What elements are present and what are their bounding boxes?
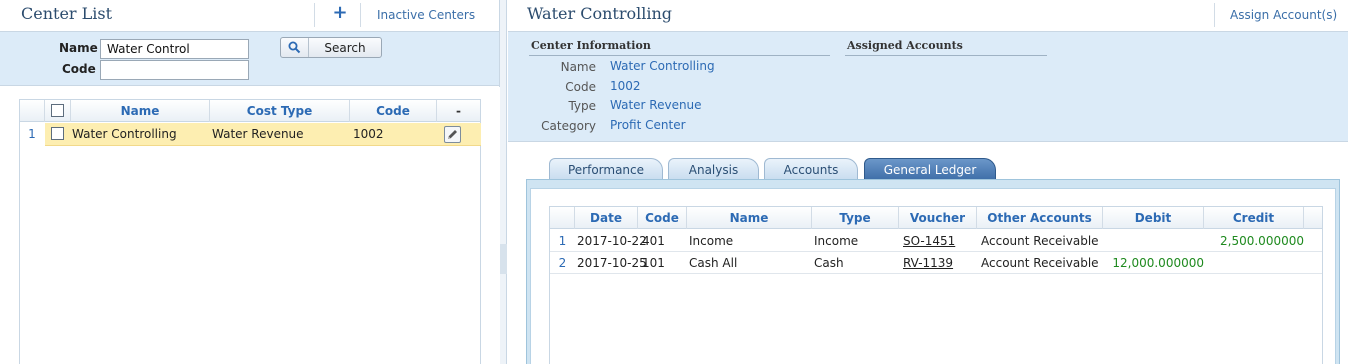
detail-header: Water Controlling Assign Account(s) [508, 0, 1348, 32]
select-all-cell [45, 100, 71, 122]
tabs-area: Performance Analysis Accounts General Le… [508, 143, 1348, 364]
center-detail-panel: Water Controlling Assign Account(s) Cent… [508, 0, 1348, 364]
row-type: Income [814, 234, 859, 248]
select-all-checkbox[interactable] [51, 104, 64, 117]
center-grid: Name Cost Type Code - 1 Water Controllin… [19, 99, 481, 364]
row-name: Income [689, 234, 734, 248]
row-code: 101 [642, 256, 665, 270]
info-value-type: Water Revenue [610, 98, 702, 112]
info-label-category: Category [541, 119, 596, 133]
row-date: 2017-10-22 [577, 234, 647, 248]
edit-row-button[interactable] [444, 126, 461, 143]
column-header-code[interactable]: Code [638, 207, 687, 229]
column-header-name[interactable]: Name [71, 100, 210, 122]
inactive-centers-link[interactable]: Inactive Centers [377, 8, 475, 22]
search-button[interactable]: Search [280, 37, 382, 58]
ledger-table: Date Code Name Type Voucher Other Accoun… [549, 206, 1323, 364]
row-number: 1 [28, 127, 36, 141]
row-credit [1204, 252, 1304, 274]
center-list-panel: Center List + Inactive Centers Name Code… [0, 0, 500, 364]
header-divider [360, 3, 361, 27]
name-label: Name [59, 41, 98, 55]
ledger-header: Date Code Name Type Voucher Other Accoun… [550, 207, 1322, 229]
filter-bar: Name Code Search [0, 32, 499, 86]
column-header-type[interactable]: Type [812, 207, 899, 229]
panel-title: Center List [21, 4, 113, 23]
column-header-code[interactable]: Code [350, 100, 437, 122]
table-row[interactable]: 1 2017-10-22 401 Income Income SO-1451 A… [550, 230, 1322, 252]
row-other-accounts: Account Receivable [981, 256, 1099, 270]
info-value-name: Water Controlling [610, 59, 715, 73]
row-name: Cash All [689, 256, 738, 270]
header-divider [314, 3, 315, 27]
info-value-code: 1002 [610, 79, 641, 93]
column-header-actions: - [456, 104, 461, 118]
plus-icon: + [332, 2, 348, 23]
general-ledger-panel: Date Code Name Type Voucher Other Accoun… [526, 179, 1340, 364]
panel-splitter[interactable] [500, 0, 507, 364]
tab-general-ledger[interactable]: General Ledger [864, 158, 996, 180]
detail-title: Water Controlling [527, 4, 673, 23]
name-filter-input[interactable] [100, 39, 249, 59]
row-number-header [20, 100, 45, 122]
voucher-link[interactable]: RV-1139 [903, 252, 953, 274]
voucher-link[interactable]: SO-1451 [903, 230, 955, 252]
grid-header: Name Cost Type Code - [20, 100, 480, 122]
row-number: 1 [558, 234, 567, 248]
row-number: 2 [558, 256, 567, 270]
column-header-name[interactable]: Name [687, 207, 812, 229]
tab-analysis[interactable]: Analysis [668, 158, 759, 180]
code-label: Code [62, 62, 96, 76]
center-grid-area: Name Cost Type Code - 1 Water Controllin… [0, 87, 500, 364]
assigned-accounts-heading: Assigned Accounts [847, 39, 963, 52]
tab-content: Date Code Name Type Voucher Other Accoun… [530, 188, 1336, 364]
tab-performance[interactable]: Performance [549, 158, 663, 180]
add-center-button[interactable]: + [330, 4, 350, 24]
pencil-icon [448, 130, 457, 139]
splitter-handle[interactable] [500, 244, 507, 274]
row-debit [1103, 230, 1204, 252]
row-type: Cash [814, 256, 844, 270]
column-header-date[interactable]: Date [575, 207, 638, 229]
assign-accounts-link[interactable]: Assign Account(s) [1230, 8, 1337, 22]
header-divider [1214, 3, 1215, 27]
column-header-debit[interactable]: Debit [1103, 207, 1204, 229]
row-name: Water Controlling [72, 127, 177, 141]
column-header-other-accounts[interactable]: Other Accounts [977, 207, 1103, 229]
center-info-section: Center Information Assigned Accounts Nam… [508, 32, 1348, 142]
tab-accounts[interactable]: Accounts [764, 158, 858, 180]
search-icon [281, 38, 309, 57]
info-label-code: Code [565, 80, 596, 94]
column-header-cost-type[interactable]: Cost Type [210, 100, 350, 122]
center-list-header: Center List + Inactive Centers [0, 0, 499, 32]
center-info-heading: Center Information [531, 39, 651, 52]
code-filter-input[interactable] [100, 60, 249, 80]
row-date: 2017-10-25 [577, 256, 647, 270]
info-value-category: Profit Center [610, 118, 686, 132]
row-credit: 2,500.000000 [1220, 234, 1304, 248]
ledger-row-number-header [550, 207, 575, 229]
table-row[interactable]: 2 2017-10-25 101 Cash All Cash RV-1139 A… [550, 252, 1322, 274]
row-cost-type: Water Revenue [212, 127, 304, 141]
column-header-voucher[interactable]: Voucher [899, 207, 977, 229]
search-button-label: Search [324, 40, 366, 55]
section-underline [529, 55, 830, 56]
row-code: 1002 [353, 127, 384, 141]
info-label-type: Type [568, 99, 596, 113]
row-checkbox[interactable] [51, 127, 64, 140]
section-underline [845, 55, 1047, 56]
column-header-credit[interactable]: Credit [1204, 207, 1304, 229]
row-code: 401 [642, 234, 665, 248]
row-debit: 12,000.000000 [1112, 256, 1204, 270]
info-label-name: Name [560, 60, 596, 74]
row-other-accounts: Account Receivable [981, 234, 1099, 248]
table-row[interactable]: 1 Water Controlling Water Revenue 1002 [20, 123, 481, 146]
